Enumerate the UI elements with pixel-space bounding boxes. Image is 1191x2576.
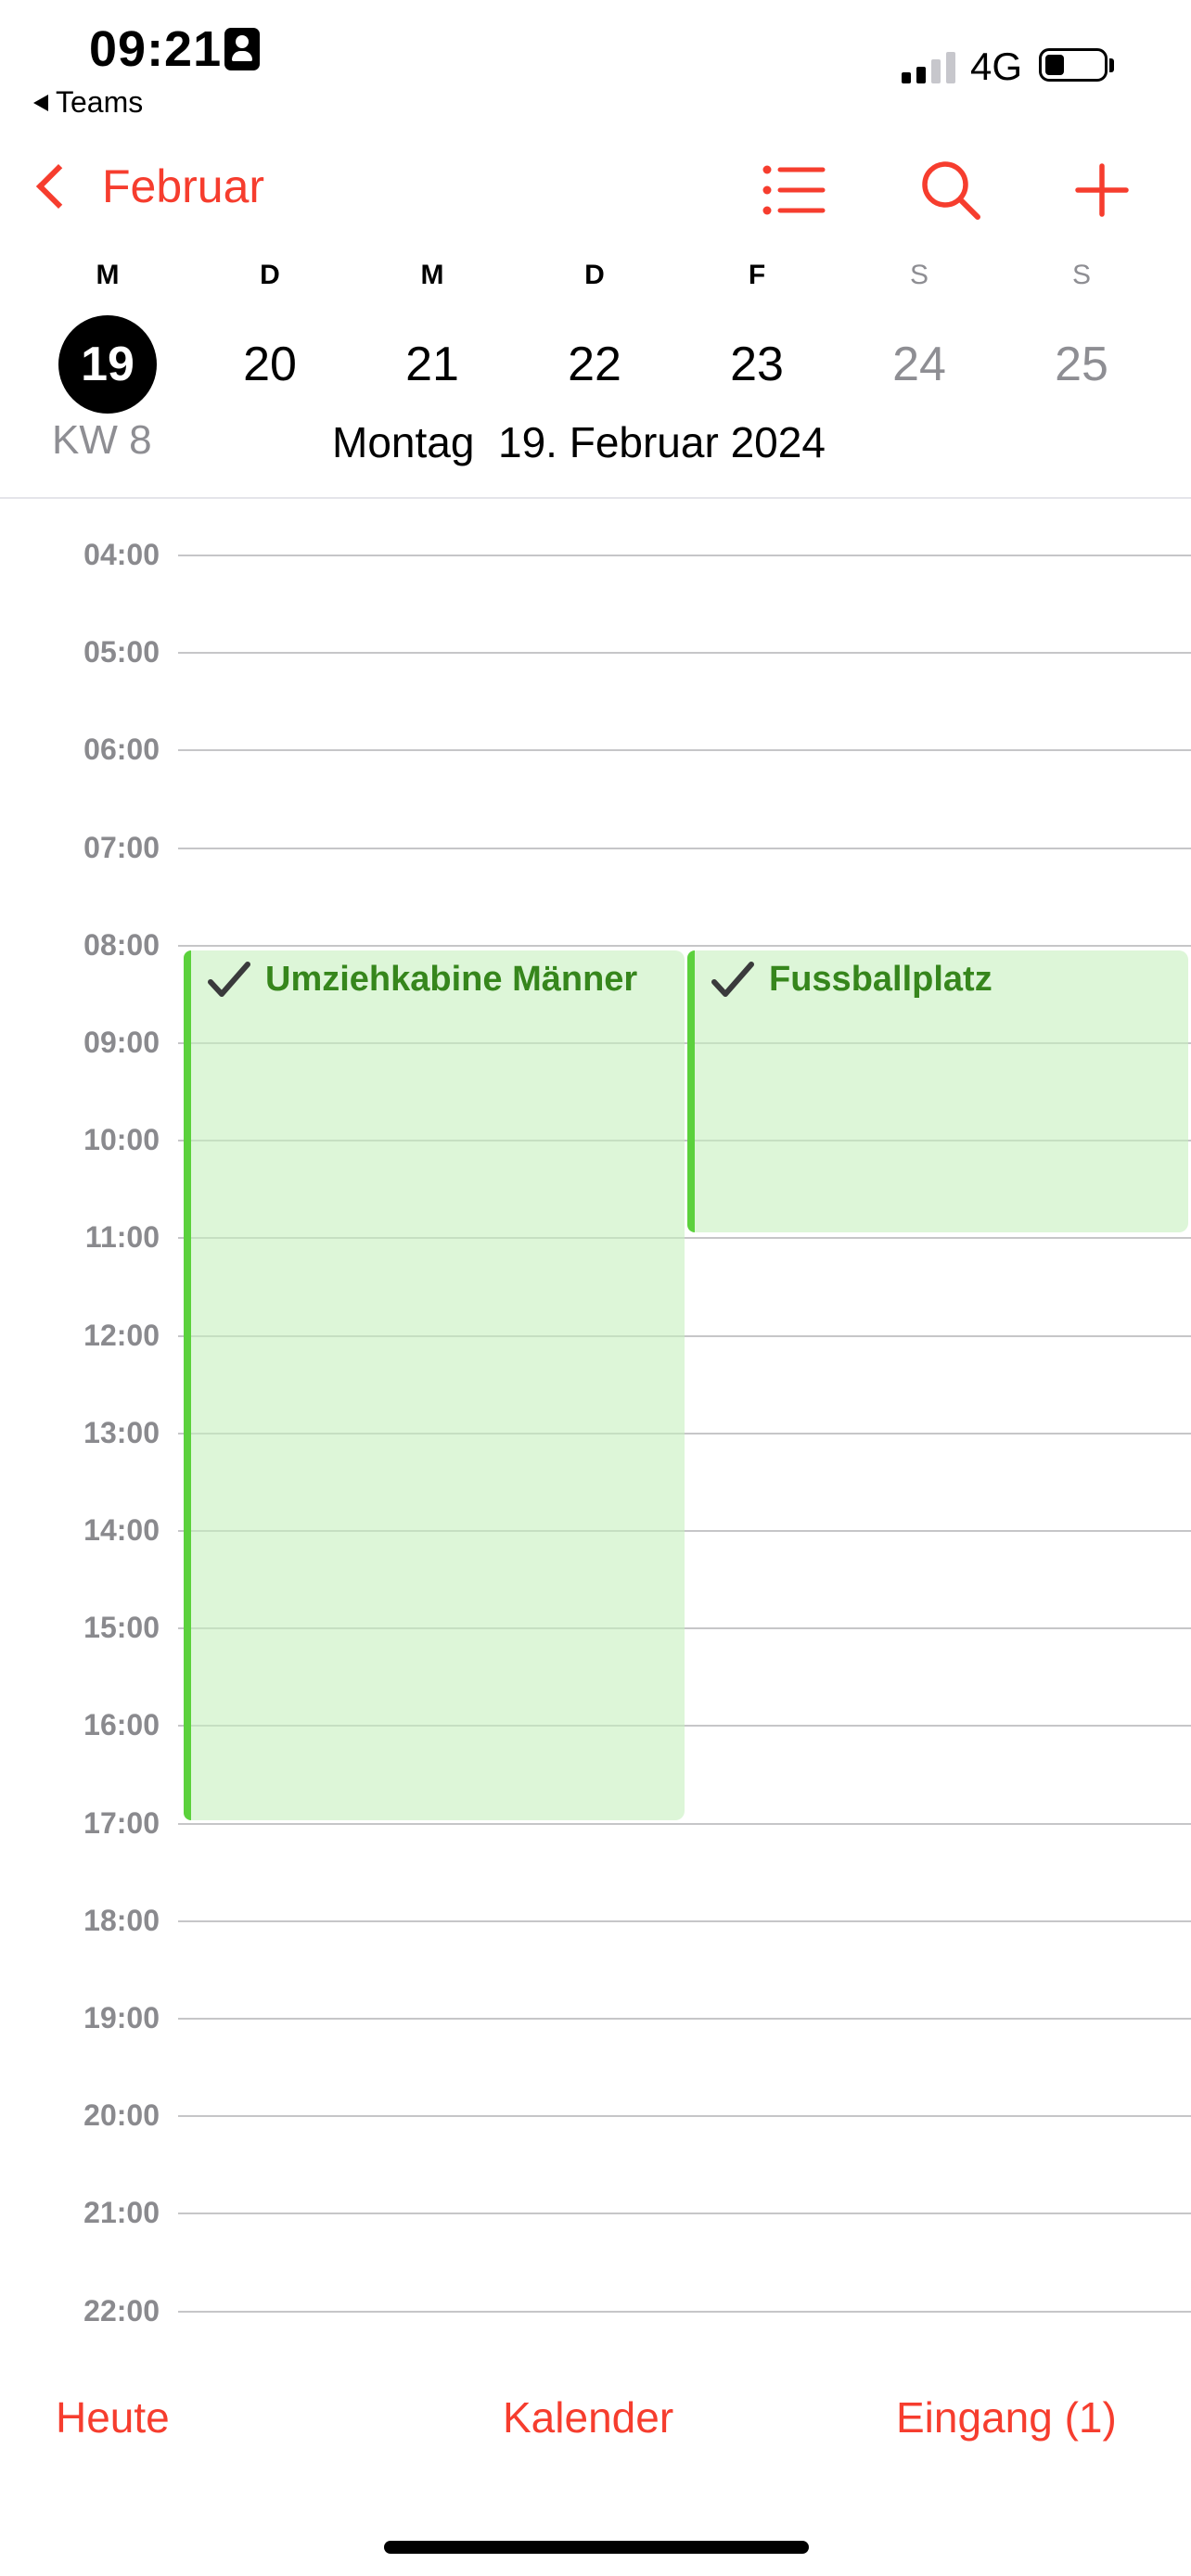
hour-label: 19:00 bbox=[83, 2001, 160, 2034]
add-event-button[interactable] bbox=[1065, 158, 1139, 223]
back-triangle-icon bbox=[33, 94, 48, 111]
calendar-week-label: KW 8 bbox=[52, 417, 152, 463]
cellular-signal-icon bbox=[902, 46, 955, 83]
hour-gridline bbox=[178, 1919, 1191, 1922]
event-umziehkabine-maenner[interactable]: Umziehkabine Männer bbox=[184, 950, 685, 1820]
hour-gridline bbox=[178, 2018, 1191, 2020]
hour-label: 21:00 bbox=[83, 2196, 160, 2230]
hour-label: 22:00 bbox=[83, 2293, 160, 2327]
weekday-wed: M bbox=[420, 260, 444, 290]
event-title: Umziehkabine Männer bbox=[265, 960, 638, 999]
hour-label: 08:00 bbox=[83, 927, 160, 962]
network-type: 4G bbox=[970, 45, 1023, 88]
day-19-selected[interactable]: 19 bbox=[58, 315, 157, 414]
hour-gridline bbox=[178, 555, 1191, 556]
list-icon bbox=[762, 165, 826, 215]
day-25[interactable]: 25 bbox=[1032, 315, 1131, 414]
hour-gridline bbox=[178, 847, 1191, 849]
hour-label: 17:00 bbox=[83, 1805, 160, 1840]
plus-icon bbox=[1075, 163, 1129, 217]
day-23[interactable]: 23 bbox=[708, 315, 806, 414]
inbox-button[interactable]: Eingang (1) bbox=[896, 2392, 1117, 2442]
back-to-month-button[interactable]: Februar bbox=[33, 159, 264, 213]
hour-label: 18:00 bbox=[83, 1903, 160, 1937]
hour-gridline bbox=[178, 1822, 1191, 1825]
hour-label: 16:00 bbox=[83, 1708, 160, 1742]
day-21[interactable]: 21 bbox=[383, 315, 481, 414]
status-time: 09:21 bbox=[89, 21, 223, 77]
hour-gridline bbox=[178, 2213, 1191, 2215]
today-button[interactable]: Heute bbox=[56, 2392, 170, 2442]
checkmark-icon bbox=[711, 961, 754, 997]
back-month-label: Februar bbox=[102, 160, 265, 212]
hour-label: 15:00 bbox=[83, 1611, 160, 1645]
weekday-mon: M bbox=[96, 260, 120, 290]
day-20[interactable]: 20 bbox=[221, 315, 319, 414]
search-icon bbox=[922, 161, 980, 220]
hour-label: 14:00 bbox=[83, 1513, 160, 1547]
hour-label: 06:00 bbox=[83, 733, 160, 767]
weekday-sun: S bbox=[1071, 260, 1091, 290]
hour-label: 11:00 bbox=[84, 1220, 160, 1255]
battery-icon bbox=[1039, 48, 1108, 82]
hour-label: 12:00 bbox=[83, 1318, 160, 1352]
home-indicator bbox=[384, 2541, 809, 2554]
selected-date-title: Montag 19. Februar 2024 bbox=[332, 417, 826, 467]
search-button[interactable] bbox=[914, 158, 988, 223]
chevron-left-icon bbox=[35, 163, 82, 210]
selected-weekday-name: Montag bbox=[332, 418, 475, 466]
battery-cap bbox=[1109, 58, 1114, 72]
weekday-fri: F bbox=[748, 260, 766, 290]
hour-label: 13:00 bbox=[83, 1415, 160, 1449]
calendars-button[interactable]: Kalender bbox=[503, 2392, 673, 2442]
id-card-icon bbox=[224, 28, 260, 70]
hour-label: 07:00 bbox=[83, 830, 160, 864]
weekday-tue: D bbox=[260, 260, 280, 290]
event-fussballplatz[interactable]: Fussballplatz bbox=[687, 950, 1188, 1232]
hour-gridline bbox=[178, 944, 1191, 947]
header-divider bbox=[0, 497, 1191, 499]
hour-label: 05:00 bbox=[83, 635, 160, 670]
hour-label: 04:00 bbox=[83, 538, 160, 571]
weekday-sat: S bbox=[909, 260, 928, 290]
hour-label: 09:00 bbox=[83, 1026, 160, 1059]
list-view-button[interactable] bbox=[757, 158, 831, 223]
day-22[interactable]: 22 bbox=[545, 315, 644, 414]
selected-date: 19. Februar 2024 bbox=[498, 418, 826, 466]
event-title: Fussballplatz bbox=[769, 960, 992, 999]
hour-gridline bbox=[178, 749, 1191, 752]
back-to-app-link[interactable]: Teams bbox=[33, 85, 143, 120]
hour-label: 10:00 bbox=[83, 1123, 160, 1157]
checkmark-icon bbox=[208, 961, 250, 997]
hour-gridline bbox=[178, 652, 1191, 655]
hour-gridline bbox=[178, 2310, 1191, 2313]
back-app-label: Teams bbox=[56, 85, 144, 119]
event-color-bar bbox=[687, 950, 695, 1232]
weekday-thu: D bbox=[584, 260, 605, 290]
day-24[interactable]: 24 bbox=[870, 315, 968, 414]
hour-label: 20:00 bbox=[83, 2098, 160, 2133]
event-color-bar bbox=[184, 950, 191, 1820]
hour-gridline bbox=[178, 2115, 1191, 2118]
